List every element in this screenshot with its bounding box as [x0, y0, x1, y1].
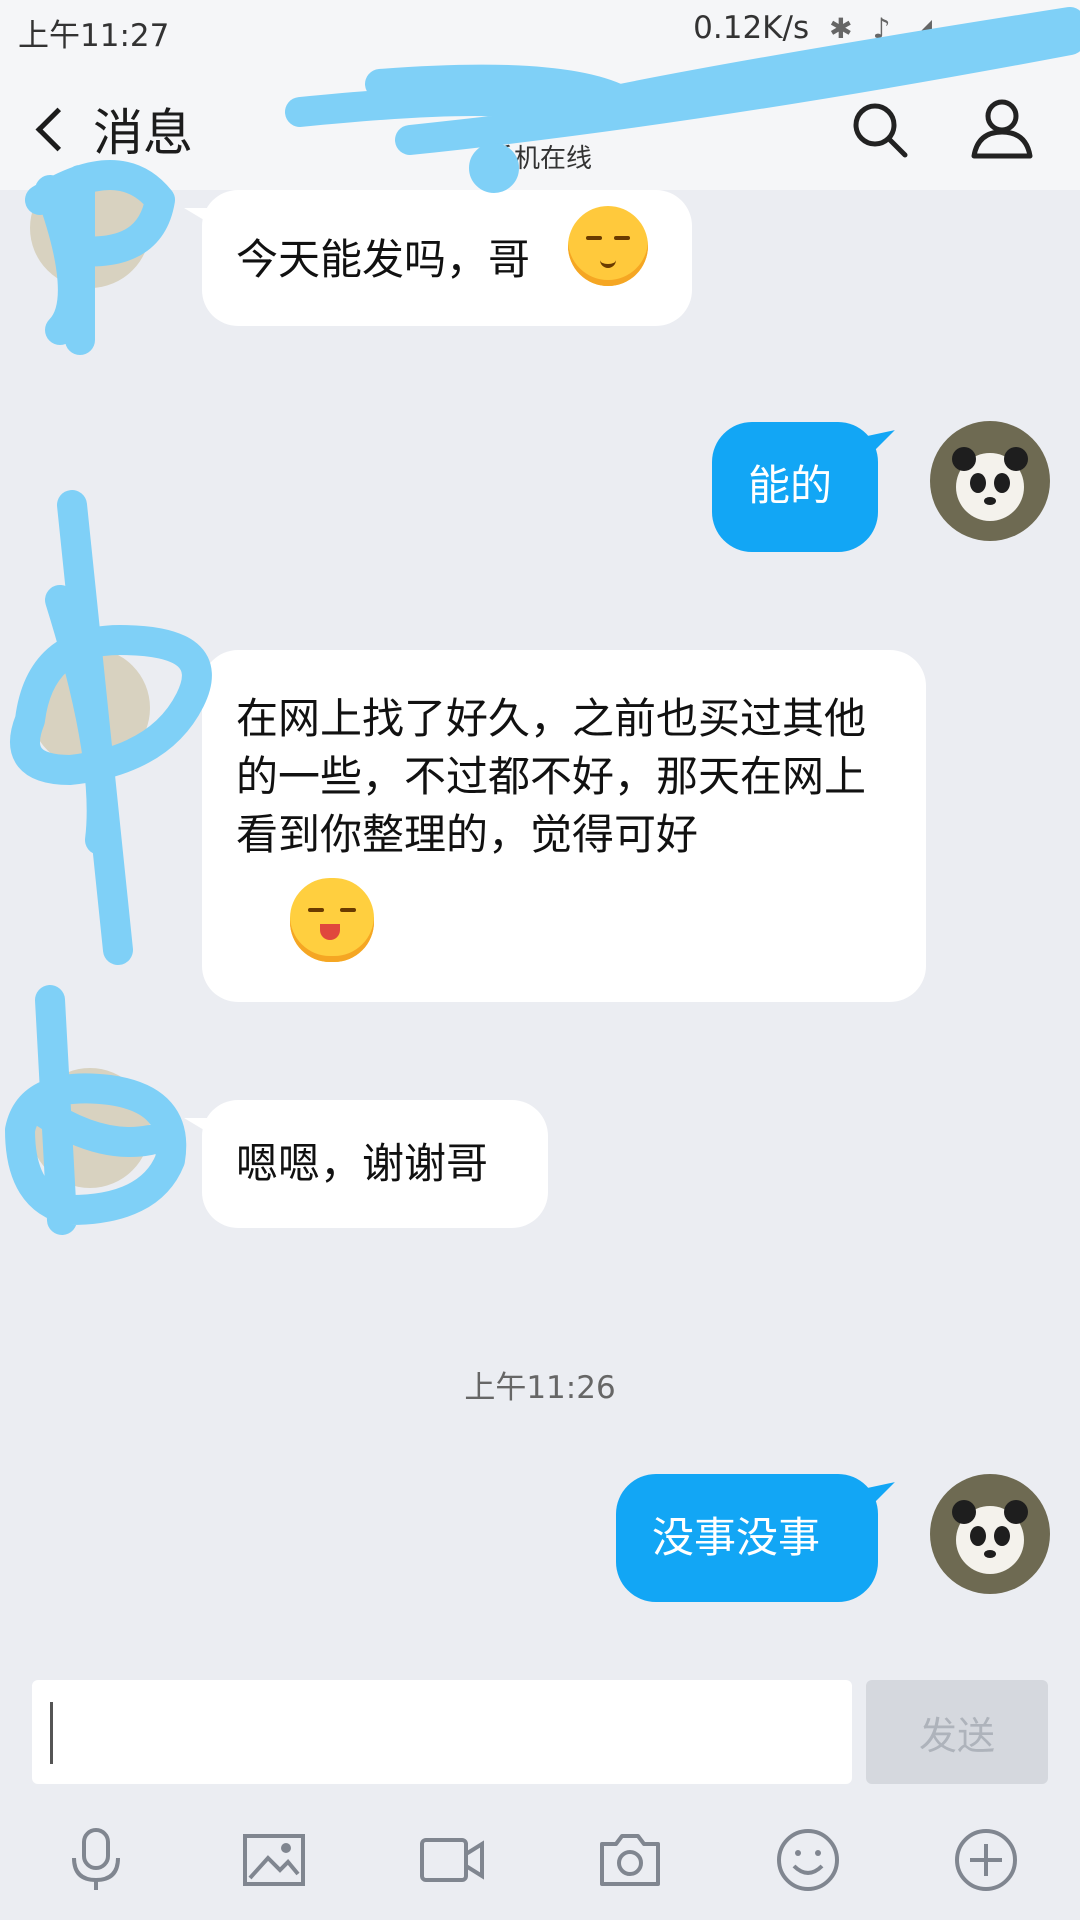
microphone-icon[interactable] [62, 1826, 130, 1894]
composer: 发送 [0, 1660, 1080, 1920]
contact-avatar[interactable] [30, 648, 150, 768]
signal-icon: ◢ [910, 11, 932, 45]
message-text: 能的 [748, 461, 833, 510]
message-bubble[interactable]: 今天能发吗，哥 [184, 190, 692, 326]
emoji-icon[interactable] [774, 1826, 842, 1894]
status-bar: 上午11:27 0.12K/s ✱ ♪ ◢ [0, 0, 1080, 60]
back-label: 消息 [93, 104, 193, 162]
message-text: 没事没事 [652, 1513, 821, 1562]
profile-icon[interactable] [970, 96, 1034, 160]
bluetooth-icon: ✱ [829, 11, 853, 45]
my-avatar[interactable] [930, 1474, 1050, 1594]
input-toolbar [0, 1810, 1080, 1910]
chat-title [340, 90, 740, 138]
message-bubble[interactable]: 在网上找了好久，之前也买过其他的一些，不过都不好，那天在网上看到你整理的，觉得可… [184, 650, 926, 1002]
message-bubble[interactable]: 没事没事 [616, 1474, 878, 1602]
search-icon[interactable] [850, 100, 910, 160]
image-icon[interactable] [240, 1826, 308, 1894]
message-bubble[interactable]: 嗯嗯，谢谢哥 [184, 1100, 548, 1228]
chevron-left-icon [35, 107, 80, 151]
laughing-hands-emoji [290, 878, 374, 962]
contact-avatar[interactable] [30, 168, 150, 288]
panda-avatar-image [930, 1474, 1050, 1594]
send-button[interactable]: 发送 [866, 1680, 1048, 1784]
camera-icon[interactable] [596, 1826, 664, 1894]
message-input[interactable] [32, 1680, 852, 1784]
vibrate-off-icon: ♪ [872, 11, 891, 45]
panda-avatar-image [930, 421, 1050, 541]
chat-title-block[interactable]: 手机在线 [340, 90, 740, 175]
video-icon[interactable] [418, 1826, 486, 1894]
contact-avatar[interactable] [30, 1068, 150, 1188]
time-divider: 上午11:26 [464, 1370, 616, 1406]
plus-icon[interactable] [952, 1826, 1020, 1894]
text-cursor [50, 1702, 53, 1764]
message-bubble[interactable]: 能的 [712, 422, 878, 552]
chat-header: 消息 手机在线 [0, 60, 1080, 190]
network-speed: 0.12K/s [693, 10, 810, 46]
message-text: 在网上找了好久，之前也买过其他的一些，不过都不好，那天在网上看到你整理的，觉得可… [236, 694, 867, 859]
message-text: 今天能发吗，哥 [236, 235, 531, 284]
my-avatar[interactable] [930, 421, 1050, 541]
back-button[interactable]: 消息 [28, 94, 193, 164]
blush-face-emoji [568, 206, 648, 286]
status-icons: 0.12K/s ✱ ♪ ◢ [693, 10, 1062, 46]
status-time: 上午11:27 [18, 18, 170, 54]
message-text: 嗯嗯，谢谢哥 [236, 1139, 489, 1188]
online-status: 手机在线 [487, 144, 592, 174]
